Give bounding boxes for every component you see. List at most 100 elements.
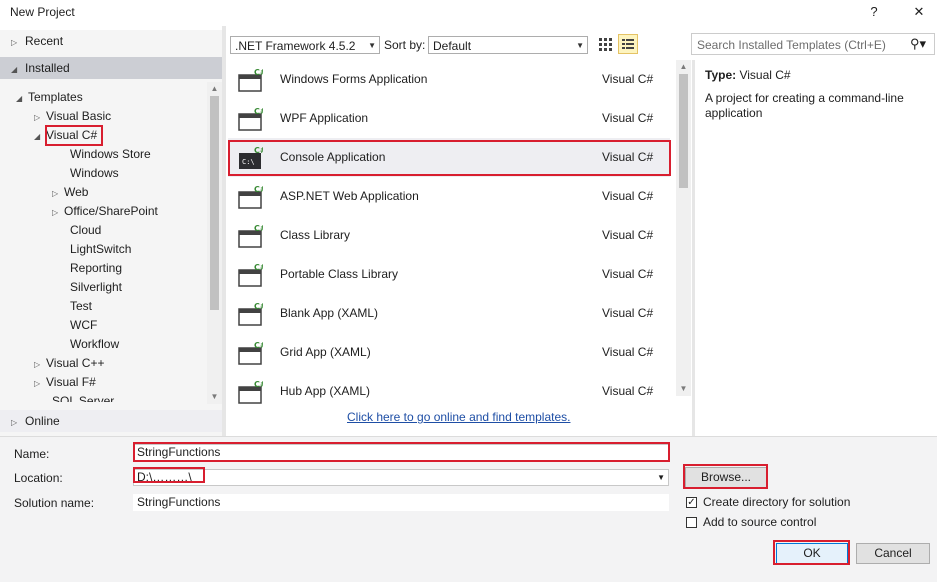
template-icon: C# xyxy=(238,302,263,326)
location-label: Location: xyxy=(14,471,63,485)
template-row[interactable]: C# WPF Application Visual C# xyxy=(228,99,670,138)
svg-text:C#: C# xyxy=(254,341,263,350)
chevron-down-icon[interactable]: ▼ xyxy=(657,470,665,485)
tree-item[interactable]: ▷ Office/SharePoint xyxy=(52,202,158,220)
scroll-down-icon[interactable]: ▼ xyxy=(676,384,691,393)
template-icon: C# xyxy=(238,224,263,248)
scroll-thumb[interactable] xyxy=(210,96,219,310)
svg-text:C#: C# xyxy=(254,380,263,389)
template-name: Portable Class Library xyxy=(280,267,399,281)
sort-label: Sort by: xyxy=(384,38,426,52)
tree-item-label: WCF xyxy=(70,318,98,332)
source-control-label: Add to source control xyxy=(703,515,817,529)
name-label: Name: xyxy=(14,447,50,461)
tree-item-label: SQL Server xyxy=(52,394,115,402)
template-icon: C# xyxy=(238,341,263,365)
source-control-checkbox[interactable] xyxy=(686,517,697,528)
sidebar-online[interactable]: ▷ Online xyxy=(0,410,222,432)
details-type: Type: Visual C# xyxy=(705,68,791,82)
tree-scrollbar[interactable]: ▲ ▼ xyxy=(207,82,222,404)
tree-item-label: Office/SharePoint xyxy=(64,204,158,218)
template-language: Visual C# xyxy=(602,384,654,398)
tree-item[interactable]: Test xyxy=(58,297,92,315)
template-row[interactable]: C# Portable Class Library Visual C# xyxy=(228,255,670,294)
tree-item[interactable]: SQL Server xyxy=(40,392,114,402)
tree-item[interactable]: WCF xyxy=(58,316,97,334)
tree-item-label: Web xyxy=(64,185,89,199)
tree-item[interactable]: LightSwitch xyxy=(58,240,131,258)
tree-item-label: Silverlight xyxy=(70,280,123,294)
svg-text:C#: C# xyxy=(254,185,263,194)
chevron-right-icon: ▷ xyxy=(11,38,18,47)
tree-item-label: Visual C++ xyxy=(46,356,105,370)
highlight-visual-csharp xyxy=(45,125,103,146)
chevron-down-icon: ▼ xyxy=(368,41,376,50)
sidebar-installed[interactable]: ◢ Installed xyxy=(0,57,222,79)
tree-item[interactable]: Silverlight xyxy=(58,278,122,296)
tree-item-label: Visual F# xyxy=(46,375,96,389)
scroll-up-icon[interactable]: ▲ xyxy=(676,62,691,71)
search-icon[interactable]: ⚲▾ xyxy=(910,36,926,52)
splitter-right xyxy=(692,60,695,436)
location-input[interactable]: D:\………\ ▼ xyxy=(133,469,669,486)
solution-name-input[interactable]: StringFunctions xyxy=(133,494,669,511)
tree-item[interactable]: Windows xyxy=(58,164,119,182)
search-box[interactable]: Search Installed Templates (Ctrl+E) ⚲▾ xyxy=(691,33,935,55)
highlight-location xyxy=(133,467,205,483)
tree-item[interactable]: ▷ Visual Basic xyxy=(34,107,111,125)
tree-item-label: Windows Store xyxy=(70,147,151,161)
tree-item[interactable]: Windows Store xyxy=(58,145,151,163)
sort-select[interactable]: Default ▼ xyxy=(428,36,588,54)
template-row[interactable]: C# ASP.NET Web Application Visual C# xyxy=(228,177,670,216)
tree-item-label: Reporting xyxy=(70,261,123,275)
chevron-right-icon[interactable]: ▷ xyxy=(34,375,46,393)
scroll-down-icon[interactable]: ▼ xyxy=(207,392,222,401)
highlight-browse xyxy=(683,464,768,489)
tree-item[interactable]: Reporting xyxy=(58,259,122,277)
chevron-right-icon[interactable]: ▷ xyxy=(52,185,64,203)
svg-text:C#: C# xyxy=(254,302,263,311)
framework-select[interactable]: .NET Framework 4.5.2 ▼ xyxy=(230,36,380,54)
tree-item[interactable]: ◢ Templates xyxy=(16,88,83,106)
template-row[interactable]: C# Class Library Visual C# xyxy=(228,216,670,255)
template-language: Visual C# xyxy=(602,345,654,359)
tree-item[interactable]: Workflow xyxy=(58,335,119,353)
template-language: Visual C# xyxy=(602,267,654,281)
list-view-button[interactable] xyxy=(618,34,638,54)
details-description: A project for creating a command-line ap… xyxy=(705,91,904,120)
grid-view-icon xyxy=(599,38,612,51)
template-language: Visual C# xyxy=(602,72,654,86)
chevron-down-icon[interactable]: ◢ xyxy=(16,90,28,108)
tree-item[interactable]: ▷ Web xyxy=(52,183,88,201)
tree-item[interactable]: Cloud xyxy=(58,221,101,239)
help-button[interactable]: ? xyxy=(860,1,888,23)
chevron-right-icon[interactable]: ▷ xyxy=(34,356,46,374)
tree-item[interactable]: ▷ Visual F# xyxy=(34,373,96,391)
template-row[interactable]: C# Blank App (XAML) Visual C# xyxy=(228,294,670,333)
template-tree: ◢ Templates ▷ Visual Basic ◢ Visual C# Windows… xyxy=(0,82,207,402)
search-input[interactable]: Search Installed Templates (Ctrl+E) xyxy=(697,38,886,52)
scroll-thumb[interactable] xyxy=(679,74,688,188)
list-scrollbar[interactable]: ▲ ▼ xyxy=(676,60,691,396)
template-row[interactable]: C# Grid App (XAML) Visual C# xyxy=(228,333,670,372)
template-language: Visual C# xyxy=(602,306,654,320)
online-templates-link[interactable]: Click here to go online and find templat… xyxy=(347,410,570,424)
tree-item-label: Workflow xyxy=(70,337,120,351)
template-row[interactable]: C# Hub App (XAML) Visual C# xyxy=(228,372,670,411)
list-view-icon xyxy=(622,39,634,49)
create-directory-checkbox[interactable]: ✓ xyxy=(686,497,697,508)
highlight-name xyxy=(133,442,670,462)
close-button[interactable]: ✕ xyxy=(905,1,933,23)
small-icons-view-button[interactable] xyxy=(596,35,614,53)
chevron-right-icon[interactable]: ▷ xyxy=(52,204,64,222)
template-icon: C# xyxy=(238,380,263,404)
svg-text:C#: C# xyxy=(254,224,263,233)
sidebar-recent[interactable]: ▷ Recent xyxy=(0,30,222,52)
template-row[interactable]: C# Windows Forms Application Visual C# xyxy=(228,60,670,99)
template-name: Class Library xyxy=(280,228,351,242)
template-language: Visual C# xyxy=(602,228,654,242)
tree-item-label: Windows xyxy=(70,166,119,180)
scroll-up-icon[interactable]: ▲ xyxy=(207,84,222,93)
cancel-button[interactable]: Cancel xyxy=(856,543,930,564)
tree-item[interactable]: ▷ Visual C++ xyxy=(34,354,104,372)
